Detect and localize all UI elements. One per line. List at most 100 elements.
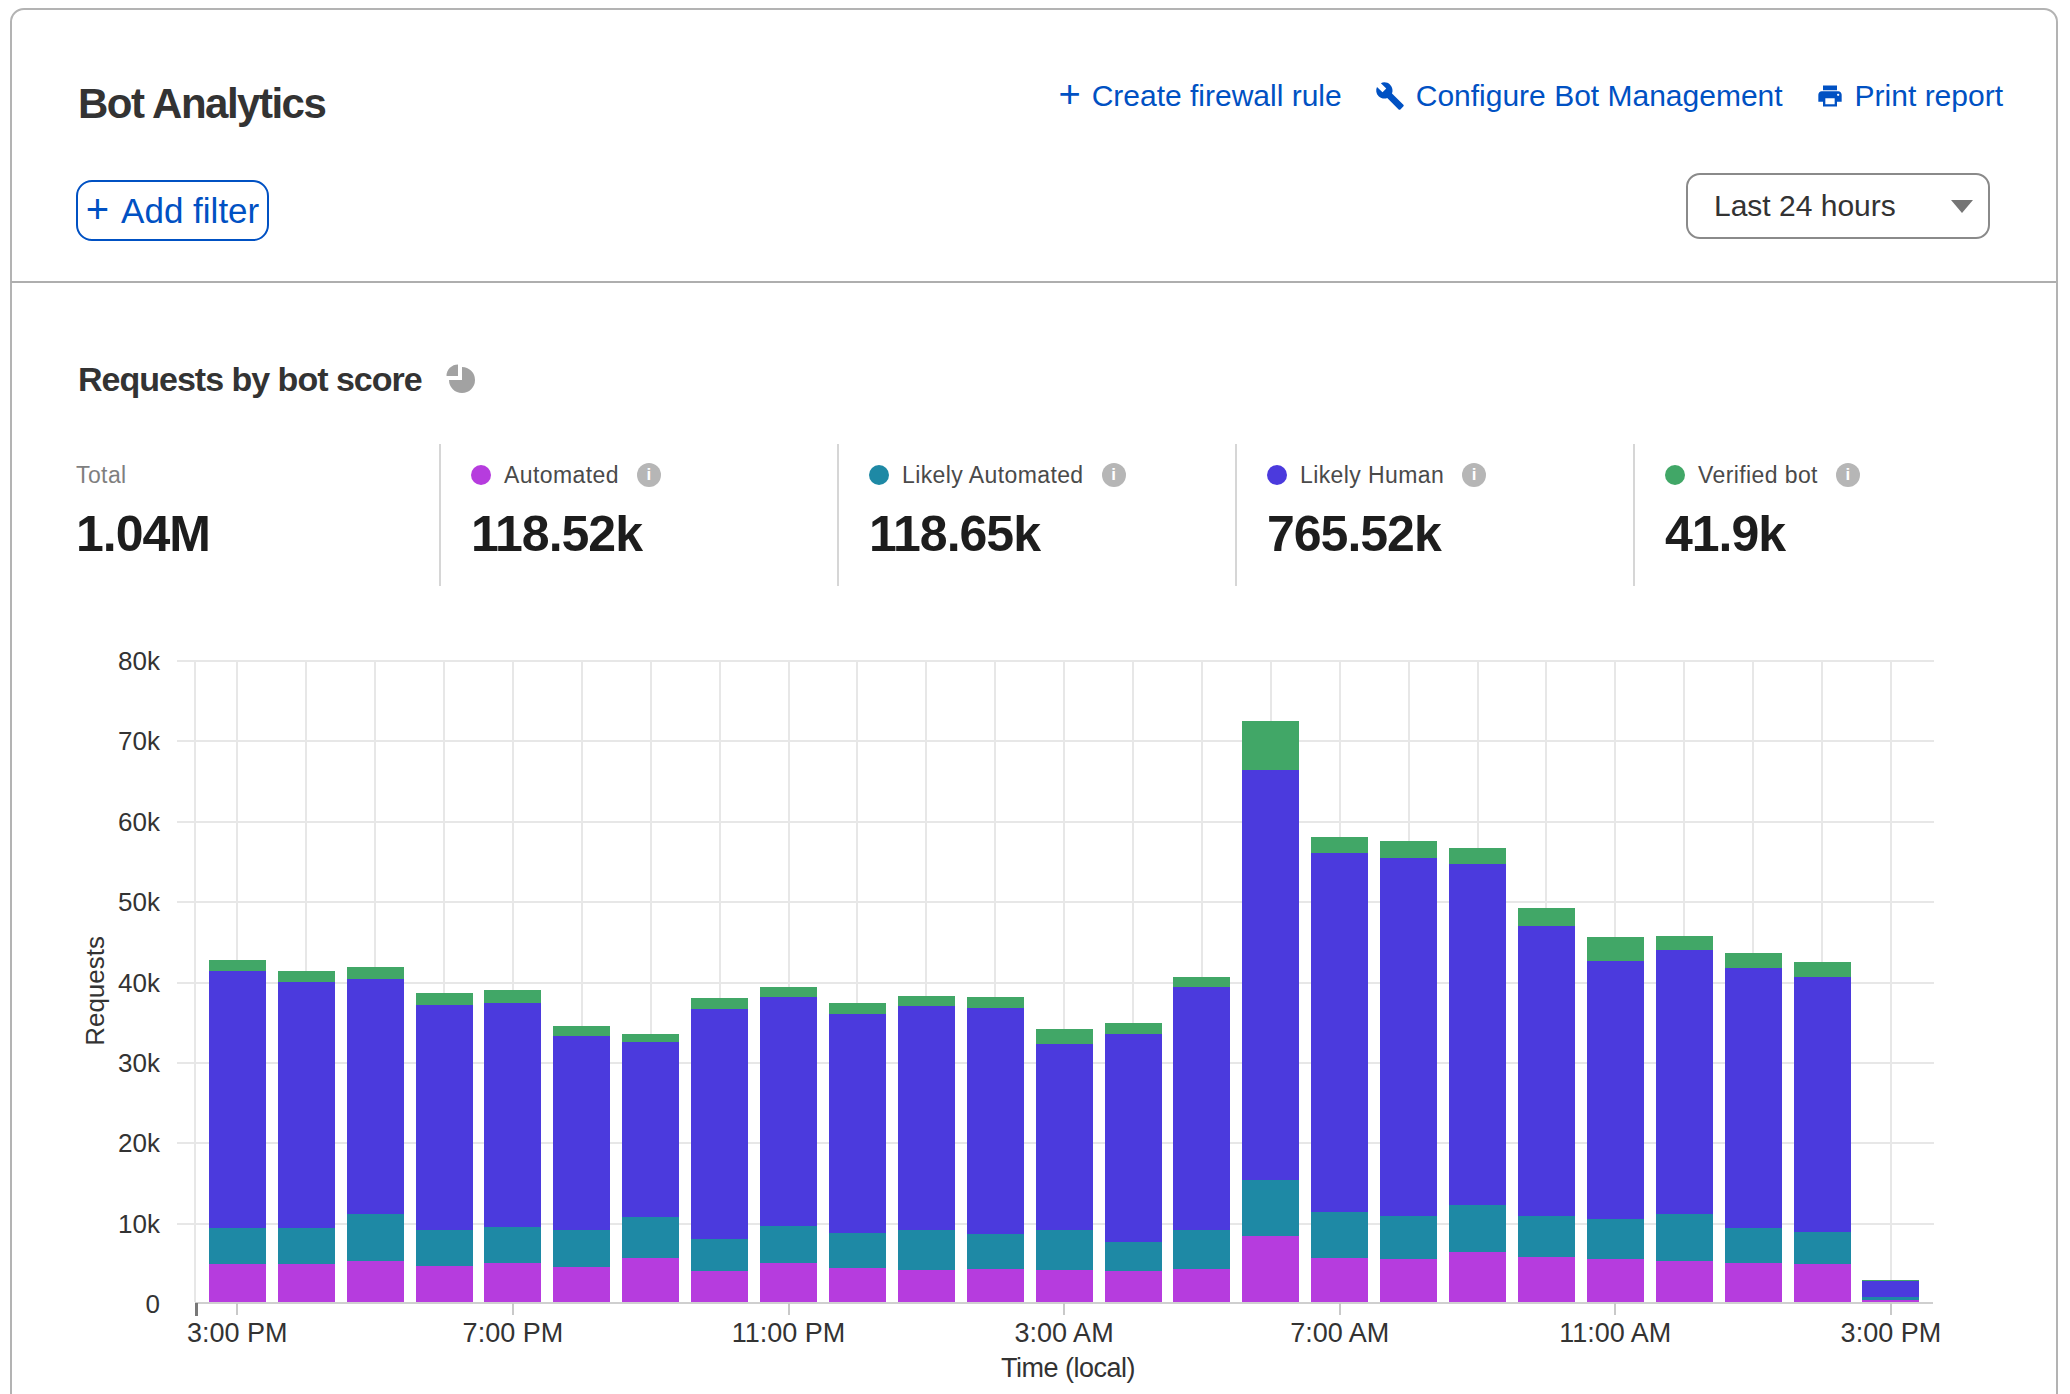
- bar-segment-verified-bot: [484, 990, 541, 1003]
- bar-segment-verified-bot: [278, 971, 335, 982]
- x-axis-label: 11:00 PM: [699, 1318, 879, 1349]
- bar-segment-likely-human: [760, 997, 817, 1227]
- x-tick: [1890, 1303, 1892, 1315]
- bar-segment-verified-bot: [1587, 937, 1644, 961]
- bar-segment-automated: [622, 1258, 679, 1302]
- bar-segment-verified-bot: [1242, 721, 1299, 770]
- bar-segment-likely-automated: [553, 1230, 610, 1267]
- bar-12-00-pm[interactable]: [1656, 936, 1713, 1302]
- bar-segment-likely-automated: [829, 1233, 886, 1268]
- bar-segment-likely-human: [347, 979, 404, 1214]
- bar-10-00-am[interactable]: [1518, 908, 1575, 1302]
- bar-segment-verified-bot: [898, 996, 955, 1006]
- bar-segment-automated: [1449, 1252, 1506, 1302]
- bar-segment-verified-bot: [1725, 953, 1782, 967]
- bar-segment-likely-automated: [209, 1228, 266, 1264]
- x-tick: [788, 1303, 790, 1315]
- y-axis-label: 60k: [50, 809, 160, 835]
- x-tick: [1339, 1303, 1341, 1315]
- bar-segment-likely-automated: [1173, 1230, 1230, 1269]
- bar-segment-likely-human: [1725, 968, 1782, 1228]
- y-axis-label: 30k: [50, 1050, 160, 1076]
- bar-4-00-am[interactable]: [1105, 1023, 1162, 1302]
- bar-5-00-am[interactable]: [1173, 977, 1230, 1302]
- bar-segment-verified-bot: [691, 998, 748, 1008]
- bar-segment-automated: [1311, 1258, 1368, 1302]
- bar-segment-automated: [1242, 1236, 1299, 1302]
- bar-11-00-pm[interactable]: [760, 987, 817, 1302]
- bar-segment-automated: [1036, 1270, 1093, 1302]
- bar-10-00-pm[interactable]: [691, 998, 748, 1302]
- bar-segment-automated: [1587, 1259, 1644, 1302]
- bar-8-00-am[interactable]: [1380, 841, 1437, 1302]
- x-axis-origin-tick: [195, 1303, 198, 1316]
- bar-segment-likely-human: [278, 982, 335, 1228]
- bar-segment-automated: [1105, 1271, 1162, 1302]
- bar-segment-automated: [553, 1267, 610, 1302]
- bar-segment-likely-human: [1105, 1034, 1162, 1241]
- bar-segment-likely-human: [1242, 770, 1299, 1180]
- bar-segment-automated: [278, 1264, 335, 1302]
- bar-segment-verified-bot: [1311, 837, 1368, 853]
- bar-4-00-pm[interactable]: [278, 971, 335, 1302]
- bar-segment-likely-human: [967, 1008, 1024, 1235]
- bar-segment-verified-bot: [1380, 841, 1437, 858]
- bar-segment-verified-bot: [1105, 1023, 1162, 1034]
- bar-segment-likely-human: [1587, 961, 1644, 1219]
- bar-segment-likely-human: [416, 1005, 473, 1230]
- bar-3-00-pm[interactable]: [1862, 1280, 1919, 1302]
- bar-1-00-am[interactable]: [898, 996, 955, 1302]
- y-gridline: [177, 821, 1934, 823]
- bar-segment-likely-automated: [1656, 1214, 1713, 1261]
- bar-segment-likely-automated: [1794, 1232, 1851, 1264]
- x-axis-label: 3:00 PM: [1801, 1318, 1981, 1349]
- bar-3-00-pm[interactable]: [209, 960, 266, 1302]
- bar-segment-likely-automated: [967, 1234, 1024, 1269]
- bar-segment-automated: [484, 1263, 541, 1302]
- bar-9-00-pm[interactable]: [622, 1034, 679, 1302]
- requests-chart: 010k20k30k40k50k60k70k80k3:00 PM7:00 PM1…: [0, 0, 2070, 1394]
- bar-8-00-pm[interactable]: [553, 1026, 610, 1302]
- bar-2-00-pm[interactable]: [1794, 962, 1851, 1302]
- x-axis-label: 7:00 PM: [423, 1318, 603, 1349]
- y-axis-label: 70k: [50, 728, 160, 754]
- bar-segment-likely-human: [1518, 926, 1575, 1216]
- x-tick: [1614, 1303, 1616, 1315]
- bar-11-00-am[interactable]: [1587, 937, 1644, 1302]
- x-axis-label: 3:00 AM: [974, 1318, 1154, 1349]
- bar-6-00-am[interactable]: [1242, 721, 1299, 1302]
- bar-7-00-am[interactable]: [1311, 837, 1368, 1302]
- bar-segment-likely-automated: [484, 1227, 541, 1263]
- x-tick: [236, 1303, 238, 1315]
- bar-9-00-am[interactable]: [1449, 848, 1506, 1302]
- bar-segment-likely-automated: [691, 1239, 748, 1270]
- bar-segment-automated: [1725, 1263, 1782, 1302]
- bar-12-00-am[interactable]: [829, 1003, 886, 1302]
- bar-segment-likely-human: [1794, 977, 1851, 1232]
- bar-segment-likely-automated: [1105, 1242, 1162, 1271]
- bar-7-00-pm[interactable]: [484, 990, 541, 1302]
- bar-3-00-am[interactable]: [1036, 1029, 1093, 1302]
- bar-segment-automated: [967, 1269, 1024, 1302]
- bar-segment-verified-bot: [347, 967, 404, 979]
- bar-segment-likely-automated: [1380, 1216, 1437, 1259]
- bar-segment-verified-bot: [1449, 848, 1506, 864]
- y-gridline: [177, 901, 1934, 903]
- bar-5-00-pm[interactable]: [347, 967, 404, 1302]
- bar-segment-likely-human: [1311, 853, 1368, 1212]
- bar-segment-automated: [416, 1266, 473, 1302]
- bar-segment-automated: [760, 1263, 817, 1302]
- bar-6-00-pm[interactable]: [416, 993, 473, 1302]
- bar-segment-likely-automated: [1036, 1230, 1093, 1269]
- plot-left-gridline: [194, 661, 196, 1302]
- bar-2-00-am[interactable]: [967, 997, 1024, 1302]
- bar-1-00-pm[interactable]: [1725, 953, 1782, 1302]
- bar-segment-likely-automated: [760, 1226, 817, 1263]
- x-axis-label: 11:00 AM: [1525, 1318, 1705, 1349]
- bar-segment-verified-bot: [209, 960, 266, 970]
- x-axis-title: Time (local): [868, 1353, 1268, 1384]
- bar-segment-verified-bot: [829, 1003, 886, 1014]
- y-gridline: [177, 660, 1934, 662]
- bar-segment-automated: [1794, 1264, 1851, 1302]
- bar-segment-likely-automated: [278, 1228, 335, 1264]
